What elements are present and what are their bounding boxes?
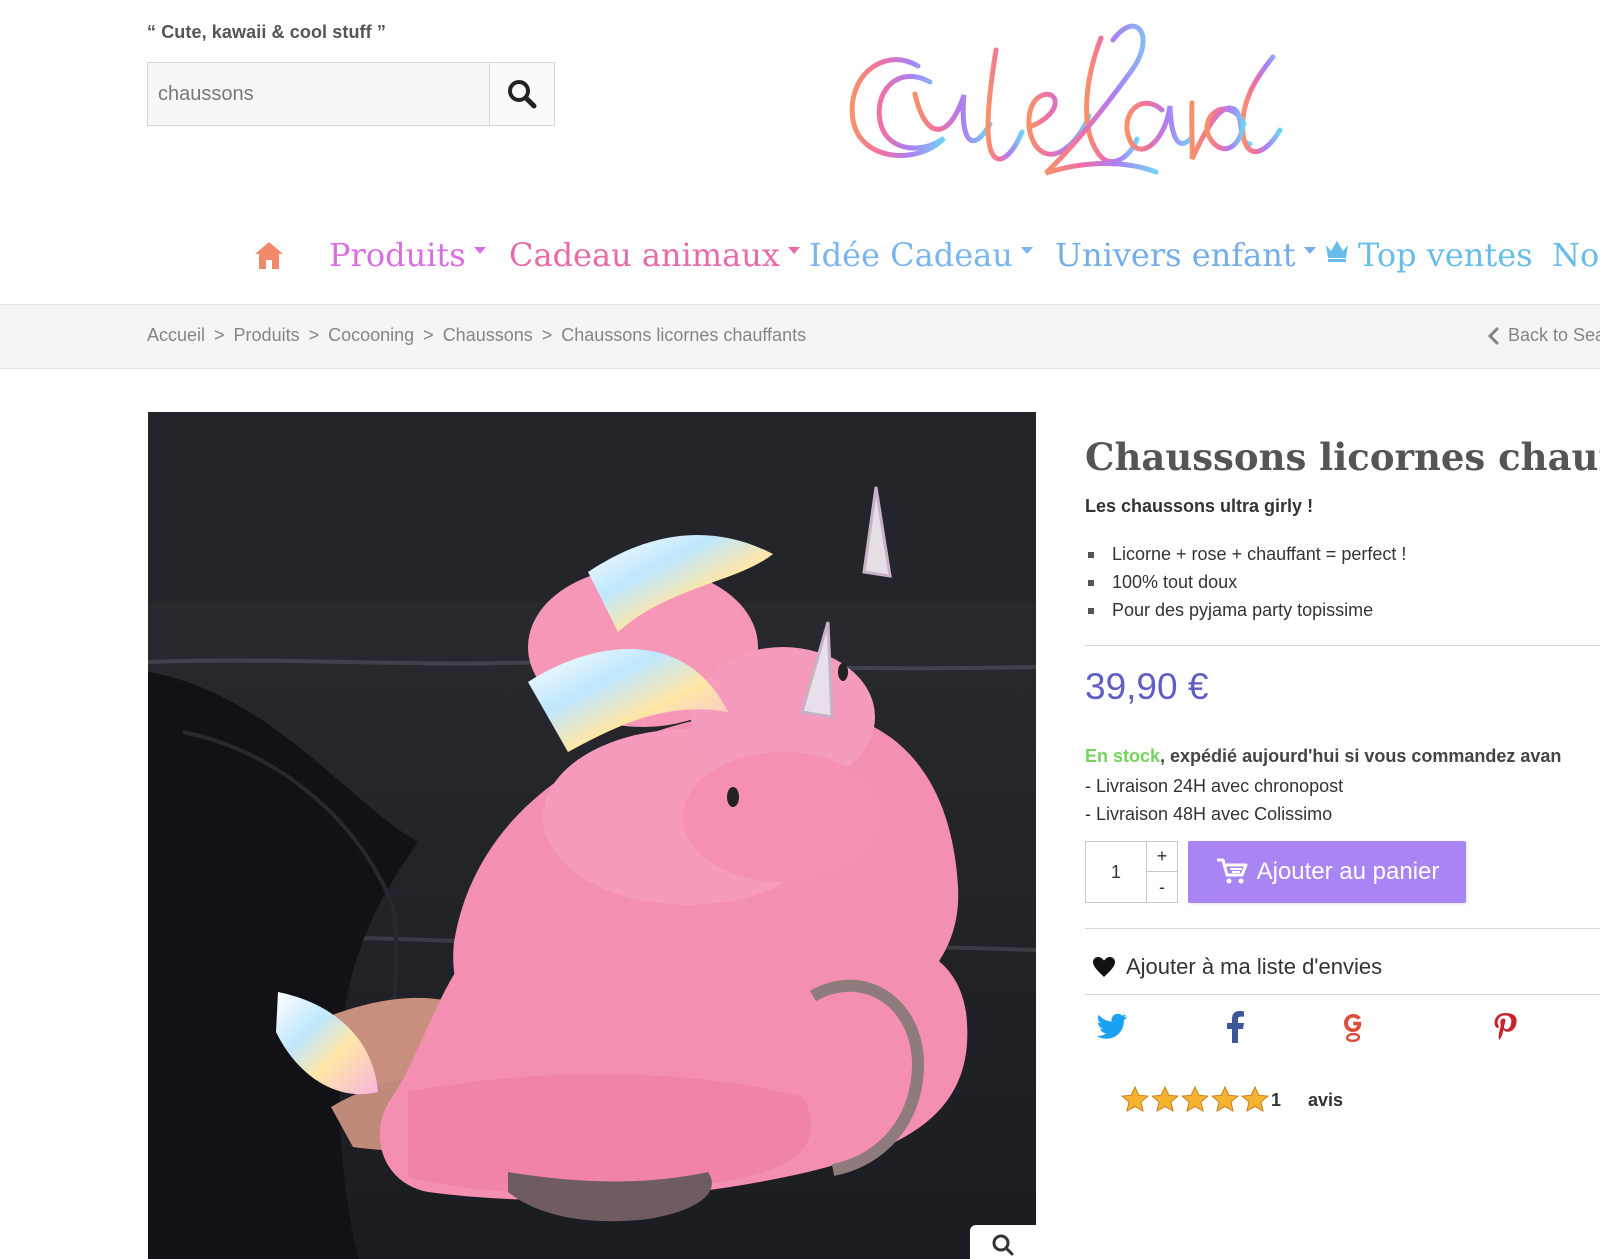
nav-produits-label: Produits	[329, 236, 466, 274]
chevron-down-icon	[1020, 246, 1033, 254]
star-icon	[1240, 1085, 1270, 1112]
google-plus-icon	[1344, 1014, 1362, 1043]
nav-produits[interactable]: Produits	[329, 230, 486, 280]
nav-idee-cadeau-label: Idée Cadeau	[809, 236, 1013, 274]
zoom-button[interactable]	[970, 1225, 1036, 1259]
nav-cadeau-animaux-label: Cadeau animaux	[509, 236, 780, 274]
review-count: 1	[1271, 1089, 1282, 1110]
breadcrumb-chaussons[interactable]: Chaussons	[443, 325, 533, 345]
star-icon	[1120, 1085, 1150, 1112]
delivery-item: - Livraison 24H avec chronopost	[1085, 776, 1344, 796]
product-features-list: Licorne + rose + chauffant = perfect ! 1…	[1085, 540, 1406, 624]
unicorn-slippers-photo	[148, 412, 1036, 1259]
breadcrumb-bar: Accueil > Produits > Cocooning > Chaussons > Cha…	[0, 304, 1600, 369]
section-divider	[1085, 994, 1600, 995]
breadcrumb-current-product: Chaussons licornes chauffants	[561, 325, 807, 345]
stock-status: En stock	[1085, 746, 1161, 766]
google-plus-share-button[interactable]	[1336, 1010, 1370, 1044]
breadcrumb-separator: >	[214, 325, 225, 345]
product-short-heading: Les chaussons ultra girly !	[1085, 496, 1314, 516]
breadcrumb-cocooning[interactable]: Cocooning	[328, 325, 414, 345]
star-icon	[1150, 1085, 1180, 1112]
nav-univers-enfant[interactable]: Univers enfant	[1055, 230, 1316, 280]
add-to-cart-button[interactable]: Ajouter au panier	[1188, 841, 1466, 903]
nav-top-ventes-label: Top ventes	[1358, 236, 1533, 274]
nav-cut-off-label: No	[1552, 236, 1600, 274]
pinterest-icon	[1494, 1013, 1517, 1040]
wishlist-label: Ajouter à ma liste d'envies	[1126, 954, 1383, 979]
search-box	[147, 62, 555, 126]
chevron-left-icon	[1487, 327, 1499, 344]
wishlist-link[interactable]: Ajouter à ma liste d'envies	[1092, 954, 1382, 980]
facebook-share-button[interactable]	[1218, 1010, 1252, 1044]
feature-item: Pour des pyjama party topissime	[1085, 596, 1406, 624]
section-divider	[1085, 928, 1600, 929]
nav-univers-enfant-label: Univers enfant	[1055, 236, 1296, 274]
quantity-plus-button[interactable]: +	[1147, 841, 1178, 872]
stock-line: En stock, expédié aujourd'hui si vous co…	[1085, 746, 1561, 767]
feature-item: 100% tout doux	[1085, 568, 1406, 596]
product-page: “ Cute, kawaii & cool stuff ” chaussons …	[0, 0, 1600, 1259]
back-to-search-link[interactable]: Back to Sea	[1486, 325, 1600, 346]
zoom-icon	[992, 1234, 1014, 1256]
heart-icon	[1093, 957, 1115, 977]
nav-top-ventes[interactable]: Top ventes	[1324, 230, 1533, 280]
search-input[interactable]	[148, 63, 489, 125]
search-button[interactable]	[489, 63, 554, 125]
logo-wordmark-svg	[849, 23, 1283, 176]
chevron-down-icon	[787, 246, 800, 254]
home-icon	[255, 242, 283, 269]
main-navigation: Produits Cadeau animaux Idée Cadeau Univ…	[0, 224, 1600, 292]
nav-cadeau-animaux[interactable]: Cadeau animaux	[509, 230, 800, 280]
star-icon	[1210, 1085, 1240, 1112]
shipping-message: , expédié aujourd'hui si vous commandez …	[1160, 746, 1562, 766]
crown-icon	[1326, 241, 1348, 262]
product-image[interactable]	[148, 412, 1036, 1259]
facebook-icon	[1227, 1011, 1244, 1043]
nav-cut-off-item[interactable]: No	[1552, 230, 1599, 280]
breadcrumb-produits[interactable]: Produits	[234, 325, 300, 345]
twitter-icon	[1096, 1013, 1127, 1039]
search-icon	[508, 80, 537, 109]
quantity-input[interactable]	[1085, 841, 1147, 903]
cart-icon	[1216, 858, 1248, 884]
quantity-stepper: + -	[1085, 841, 1178, 903]
nav-home[interactable]	[252, 230, 286, 280]
delivery-options: - Livraison 24H avec chronopost - Livrai…	[1085, 772, 1343, 828]
chevron-down-icon	[473, 246, 486, 254]
product-rating[interactable]: 1 avis	[1120, 1084, 1343, 1116]
nav-idee-cadeau[interactable]: Idée Cadeau	[809, 230, 1033, 280]
breadcrumb: Accueil > Produits > Cocooning > Chaussons > Cha…	[147, 325, 806, 346]
star-icon	[1180, 1085, 1210, 1112]
section-divider	[1085, 645, 1600, 646]
breadcrumb-accueil[interactable]: Accueil	[147, 325, 205, 345]
back-to-search-label: Back to Sea	[1508, 325, 1600, 345]
site-tagline: “ Cute, kawaii & cool stuff ”	[147, 22, 386, 42]
product-price: 39,90 €	[1085, 666, 1209, 707]
feature-item: Licorne + rose + chauffant = perfect !	[1085, 540, 1406, 568]
cuteland-logo[interactable]	[836, 12, 1286, 190]
breadcrumb-separator: >	[423, 325, 434, 345]
chevron-down-icon	[1303, 246, 1316, 254]
delivery-item: - Livraison 48H avec Colissimo	[1085, 804, 1333, 824]
product-title: Chaussons licornes chauffants	[1085, 434, 1600, 479]
breadcrumb-separator: >	[541, 325, 553, 345]
review-label: avis	[1308, 1089, 1344, 1110]
quantity-buttons: + -	[1147, 841, 1178, 903]
add-to-cart-label: Ajouter au panier	[1256, 858, 1440, 885]
quantity-minus-button[interactable]: -	[1147, 872, 1178, 903]
breadcrumb-separator: >	[308, 325, 320, 345]
twitter-share-button[interactable]	[1096, 1010, 1130, 1044]
pinterest-share-button[interactable]	[1489, 1010, 1523, 1044]
